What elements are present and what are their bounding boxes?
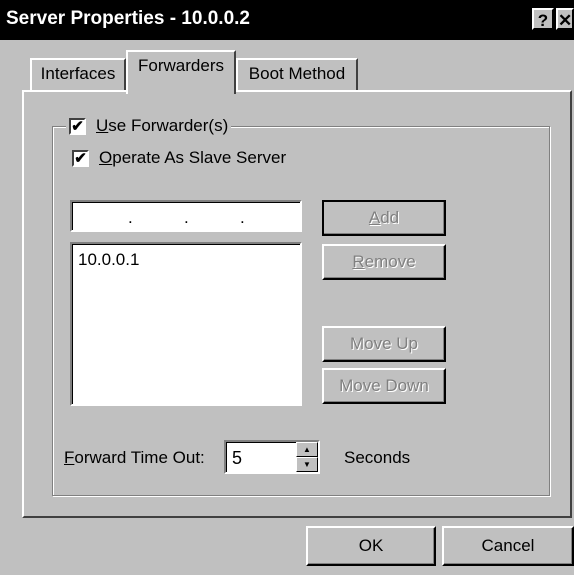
- move-down-button[interactable]: Move Down: [322, 368, 446, 404]
- forward-timeout-value: 5: [232, 448, 243, 468]
- use-forwarders-label: Use Forwarder(s): [96, 116, 229, 135]
- spin-up-icon[interactable]: ▲: [296, 442, 318, 457]
- ip-dot: .: [184, 208, 189, 227]
- list-item[interactable]: 10.0.0.1: [78, 250, 139, 270]
- ip-dot: .: [240, 208, 245, 227]
- move-up-button[interactable]: Move Up: [322, 326, 446, 362]
- cancel-button[interactable]: Cancel: [442, 526, 574, 566]
- use-forwarders-checkbox[interactable]: ✔: [69, 117, 86, 135]
- spin-down-icon[interactable]: ▼: [296, 457, 318, 472]
- window-title: Server Properties - 10.0.0.2: [6, 8, 250, 29]
- close-button[interactable]: ✕: [556, 8, 574, 30]
- tab-forwarders[interactable]: Forwarders: [126, 50, 236, 94]
- ip-dot: .: [128, 208, 133, 227]
- operate-slave-label: Operate As Slave Server: [99, 148, 287, 167]
- tab-interfaces[interactable]: Interfaces: [30, 58, 126, 90]
- help-button[interactable]: ?: [532, 8, 554, 30]
- ok-button[interactable]: OK: [306, 526, 436, 566]
- title-bar: Server Properties - 10.0.0.2 ? ✕: [0, 0, 574, 40]
- operate-slave-checkbox[interactable]: ✔: [72, 149, 89, 167]
- forward-timeout-label: Forward Time Out:: [64, 448, 205, 467]
- add-button[interactable]: Add: [322, 200, 446, 236]
- use-forwarders-checkbox-row[interactable]: ✔ Use Forwarder(s): [66, 116, 232, 136]
- operate-slave-checkbox-row[interactable]: ✔ Operate As Slave Server: [72, 148, 286, 168]
- ip-address-input[interactable]: . . .: [70, 200, 302, 232]
- forwarder-list[interactable]: 10.0.0.1: [70, 242, 302, 406]
- tab-boot-method[interactable]: Boot Method: [236, 58, 358, 90]
- seconds-label: Seconds: [344, 448, 411, 467]
- timeout-spinner: ▲ ▼: [296, 442, 318, 472]
- remove-button[interactable]: Remove: [322, 244, 446, 280]
